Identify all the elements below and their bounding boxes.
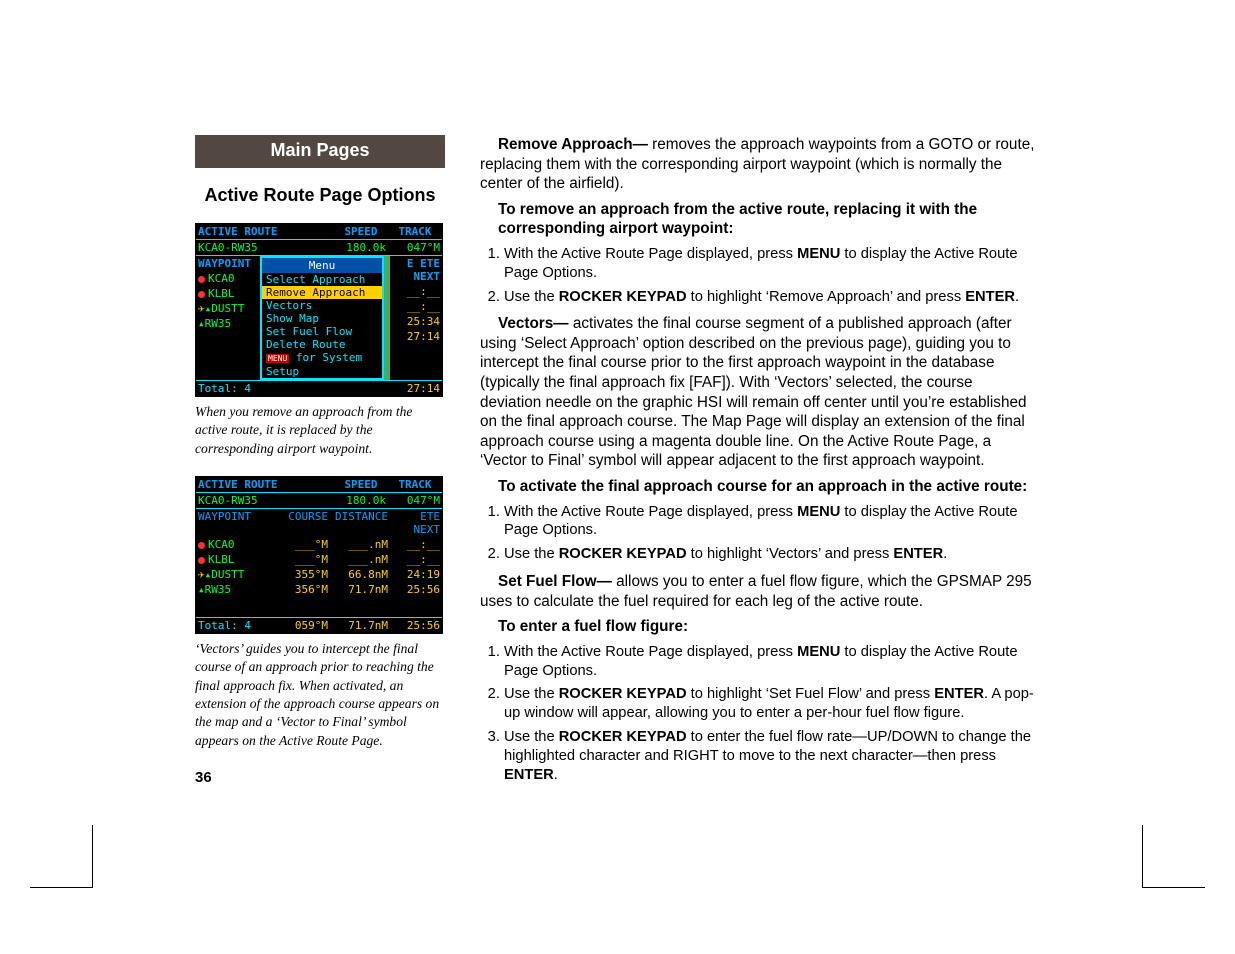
shot1-col-ete: E ETE NEXT [390, 256, 442, 284]
shot1-ete3: 25:34 [390, 314, 442, 329]
shot1-wp2: KLBL [196, 286, 260, 301]
shot2-r1-wp: KCA0 [196, 537, 278, 552]
shot2-col-dist: DISTANCE [330, 509, 390, 537]
shot2-r4-crs: 356°M [278, 582, 330, 597]
menu-system-setup: MENU for System Setup [262, 351, 382, 378]
remove-approach-lead: Remove Approach— [498, 136, 648, 153]
sub-header: Active Route Page Options [195, 184, 445, 207]
shot2-r1-ete: __:__ [390, 537, 442, 552]
shot1-total-l: Total: 4 [196, 381, 386, 396]
shot1-ete4: 27:14 [390, 329, 442, 344]
fuel-lead: Set Fuel Flow— [498, 573, 612, 590]
shot1-track: 047°M [388, 240, 442, 255]
shot1-title: ACTIVE ROUTE [196, 224, 334, 239]
shot1-wp3: ✈▴DUSTT [196, 301, 260, 316]
screenshot-remove-approach: ACTIVE ROUTE SPEED TRACK KCA0-RW35 180.0… [195, 223, 443, 397]
blank: __:__ [390, 284, 442, 299]
fuel-step-1: With the Active Route Page displayed, pr… [504, 643, 1035, 681]
shot2-col-crs: COURSE [278, 509, 330, 537]
shot1-route: KCA0-RW35 [196, 240, 334, 255]
shot2-total-e: 25:56 [390, 618, 442, 633]
remove-approach-head: To remove an approach from the active ro… [498, 200, 1035, 239]
page-number: 36 [195, 768, 455, 787]
body-text: Remove Approach— removes the approach wa… [480, 135, 1035, 784]
fuel-head: To enter a fuel flow figure: [498, 617, 1035, 637]
shot2-track: 047°M [388, 493, 442, 508]
fuel-step-3: Use the ROCKER KEYPAD to enter the fuel … [504, 728, 1035, 784]
menu-remove-approach: Remove Approach [262, 286, 382, 299]
menu-vectors: Vectors [262, 299, 382, 312]
menu-set-fuel-flow: Set Fuel Flow [262, 325, 382, 338]
vectors-lead: Vectors— [498, 315, 569, 332]
shot1-wp4: ▴RW35 [196, 316, 260, 331]
shot2-route: KCA0-RW35 [196, 493, 334, 508]
caption-2: ‘Vectors’ guides you to intercept the fi… [195, 640, 445, 750]
shot2-total-d: 71.7nM [330, 618, 390, 633]
vectors-head: To activate the final approach course fo… [498, 477, 1035, 497]
shot2-r2-ete: __:__ [390, 552, 442, 567]
shot2-r3-wp: ✈▴DUSTT [196, 567, 278, 582]
shot2-r1-crs: ___°M [278, 537, 330, 552]
shot2-r1-dist: ___.nM [330, 537, 390, 552]
vectors-step-1: With the Active Route Page displayed, pr… [504, 503, 1035, 541]
shot1-track-h: TRACK [388, 224, 442, 239]
menu-delete-route: Delete Route [262, 338, 382, 351]
shot1-speed-h: SPEED [334, 224, 388, 239]
shot2-r2-crs: ___°M [278, 552, 330, 567]
shot2-speed-h: SPEED [334, 477, 388, 492]
vectors-step-2: Use the ROCKER KEYPAD to highlight ‘Vect… [504, 545, 1035, 564]
shot2-r3-crs: 355°M [278, 567, 330, 582]
blank: __:__ [390, 299, 442, 314]
shot2-speed: 180.0k [334, 493, 388, 508]
crop-mark [1142, 825, 1205, 888]
shot2-r4-wp: ▴RW35 [196, 582, 278, 597]
shot2-r4-dist: 71.7nM [330, 582, 390, 597]
caption-1: When you remove an approach from the act… [195, 403, 445, 458]
menu-title: Menu [262, 258, 382, 273]
main-header: Main Pages [195, 135, 445, 168]
shot2-r3-dist: 66.8nM [330, 567, 390, 582]
fuel-step-2: Use the ROCKER KEYPAD to highlight ‘Set … [504, 685, 1035, 723]
shot2-track-h: TRACK [388, 477, 442, 492]
screenshot-vectors: ACTIVE ROUTE SPEED TRACK KCA0-RW35 180.0… [195, 476, 443, 634]
shot1-menu: Menu Select Approach Remove Approach Vec… [260, 256, 384, 380]
crop-mark [30, 825, 93, 888]
shot2-r3-ete: 24:19 [390, 567, 442, 582]
shot2-total-c: 059°M [278, 618, 330, 633]
shot2-r2-dist: ___.nM [330, 552, 390, 567]
shot1-col-wp: WAYPOINT [196, 256, 260, 271]
menu-select-approach: Select Approach [262, 273, 382, 286]
shot2-col-wp: WAYPOINT [196, 509, 278, 537]
shot2-title: ACTIVE ROUTE [196, 477, 334, 492]
shot1-total-r: 27:14 [386, 381, 442, 396]
shot2-r2-wp: KLBL [196, 552, 278, 567]
shot1-speed: 180.0k [334, 240, 388, 255]
remove-step-1: With the Active Route Page displayed, pr… [504, 245, 1035, 283]
shot1-wp1: KCA0 [196, 271, 260, 286]
remove-step-2: Use the ROCKER KEYPAD to highlight ‘Remo… [504, 288, 1035, 307]
shot2-col-ete: ETE NEXT [390, 509, 442, 537]
shot2-total-l: Total: 4 [196, 618, 278, 633]
menu-show-map: Show Map [262, 312, 382, 325]
shot2-r4-ete: 25:56 [390, 582, 442, 597]
